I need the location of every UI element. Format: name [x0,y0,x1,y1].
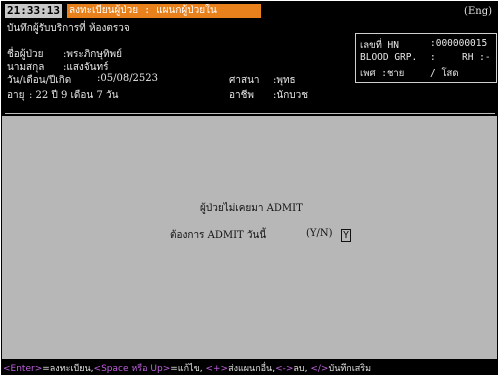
religion-label: ศาสนา [229,75,260,86]
sex-label: เพศ :ชาย [360,68,405,79]
religion-value: :พุทธ [273,75,296,86]
clock: 21:33:13 [5,4,62,18]
age-value: : 22 ปี 9 เดือน 7 วัน [29,90,119,101]
screen-subtitle: บันทึกผู้รับบริการที่ ห้องตรวจ [7,23,130,34]
delete-key[interactable]: <-> [275,364,293,374]
admit-dialog-panel: ผู้ป่วยไม่เคยมา ADMIT ต้องการ ADMIT วันน… [2,116,497,359]
patient-header: 21:33:13 ลงทะเบียนผู้ป่วย : แผนกผู้ป่วยใ… [1,1,498,116]
blood-group-label: BLOOD GRP. [360,52,418,63]
header-divider [5,113,495,114]
delete-key-desc: ลบ, [293,364,311,374]
admit-today-question: ต้องการ ADMIT วันนี้ [170,230,267,241]
edit-key-desc: =แก้ไข, [170,364,206,374]
send-key[interactable]: <+> [205,364,228,374]
function-key-bar: <Enter>=ลงทะเบียน,<Space หรือ Up>=แก้ไข,… [1,359,498,375]
hn-label: เลขที่ HN [360,40,399,51]
hn-value: :000000015 [430,38,488,49]
edit-key[interactable]: <Space หรือ Up> [94,364,171,374]
send-key-desc: ส่งแผนกอื่น, [228,364,276,374]
note-key[interactable]: </> [310,364,328,374]
terminal-screen: 21:33:13 ลงทะเบียนผู้ป่วย : แผนกผู้ป่วยใ… [1,1,498,375]
language-indicator[interactable]: (Eng) [464,6,492,17]
enter-key[interactable]: <Enter> [3,364,42,374]
rh-label: RH :- [462,52,491,63]
blood-group-value: : [430,52,436,63]
dob-value: :05/08/2523 [97,73,159,84]
dob-label: วัน/เดือน/ปีเกิด [7,75,72,86]
occupation-label: อาชีพ [229,90,254,101]
yes-no-options: (Y/N) [306,228,333,239]
enter-key-desc: =ลงทะเบียน, [42,364,94,374]
screen-title: ลงทะเบียนผู้ป่วย : แผนกผู้ป่วยใน [67,4,261,18]
marital-status: / โสด [430,68,459,79]
admit-answer-input[interactable]: Y [341,229,351,242]
note-key-desc: บันทึกเสริม [328,364,372,374]
hn-info-box: เลขที่ HN :000000015 BLOOD GRP. : RH :- … [355,33,497,83]
occupation-value: :นักบวช [273,90,309,101]
not-admitted-message: ผู้ป่วยไม่เคยมา ADMIT [200,203,303,214]
age-label: อายุ [7,90,25,101]
